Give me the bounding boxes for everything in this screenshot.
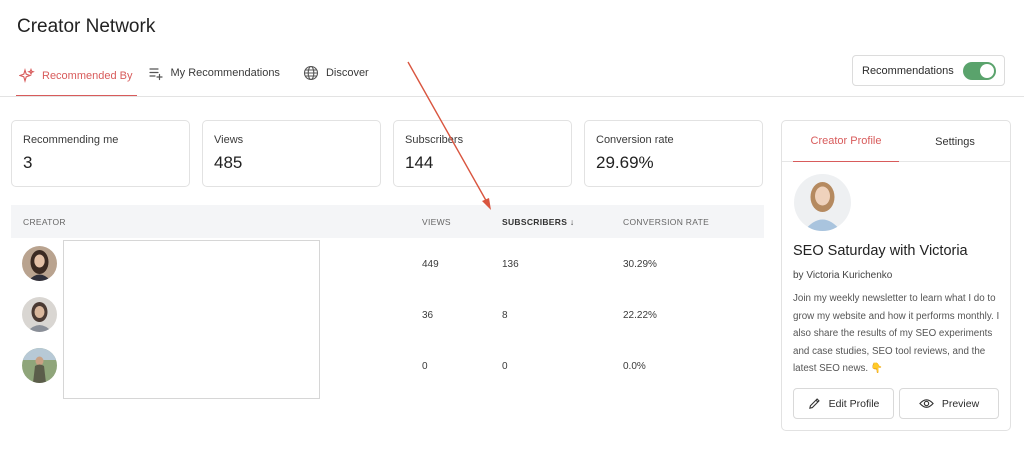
profile-avatar — [794, 174, 851, 231]
pencil-icon — [808, 398, 820, 409]
redacted-creator-names — [63, 240, 320, 399]
list-add-icon — [147, 64, 165, 82]
stat-card-conversion-rate: Conversion rate 29.69% — [584, 120, 763, 187]
recommendations-toggle[interactable]: Recommendations — [852, 55, 1005, 86]
stat-label: Subscribers — [405, 134, 464, 146]
cell-conversion-rate: 0.0% — [623, 361, 646, 372]
stat-value: 144 — [405, 153, 434, 172]
tab-settings[interactable]: Settings — [906, 121, 1004, 162]
column-header-views[interactable]: VIEWS — [422, 217, 451, 227]
cell-subscribers: 8 — [502, 310, 508, 321]
column-header-conversion-rate[interactable]: CONVERSION RATE — [623, 217, 709, 227]
creator-avatar — [22, 297, 57, 332]
cell-views: 36 — [422, 310, 434, 321]
globe-icon — [302, 64, 320, 82]
profile-bio: Join my weekly newsletter to learn what … — [793, 293, 1000, 375]
stat-label: Recommending me — [23, 134, 119, 146]
tabs-divider — [0, 96, 1024, 97]
column-header-subscribers[interactable]: SUBSCRIBERS ↓ — [502, 217, 574, 227]
tab-recommended-by[interactable]: Recommended By — [16, 56, 137, 96]
preview-button[interactable]: Preview — [899, 388, 999, 419]
table-header: CREATOR VIEWS SUBSCRIBERS ↓ CONVERSION R… — [11, 205, 764, 238]
creator-avatar — [22, 246, 57, 281]
creator-profile-panel: Creator Profile Settings SEO Saturday wi… — [781, 120, 1011, 431]
profile-name: SEO Saturday with Victoria — [793, 243, 968, 259]
edit-profile-button[interactable]: Edit Profile — [793, 388, 894, 419]
cell-views: 449 — [422, 259, 439, 270]
tab-discover[interactable]: Discover — [300, 56, 381, 90]
stat-label: Conversion rate — [596, 134, 674, 146]
stat-card-views: Views 485 — [202, 120, 381, 187]
cell-views: 0 — [422, 361, 428, 372]
main-tabs: Recommended By My Recommendations Discov… — [16, 56, 389, 97]
stat-value: 29.69% — [596, 153, 654, 172]
stat-label: Views — [214, 134, 244, 146]
tab-label: Recommended By — [42, 69, 133, 82]
toggle-switch[interactable] — [963, 62, 996, 80]
tab-my-recommendations[interactable]: My Recommendations — [145, 56, 292, 90]
stat-card-recommending-me: Recommending me 3 — [11, 120, 190, 187]
tab-creator-profile[interactable]: Creator Profile — [793, 121, 899, 162]
preview-label: Preview — [941, 397, 980, 410]
tab-label: My Recommendations — [170, 67, 280, 79]
profile-author: by Victoria Kurichenko — [793, 270, 893, 281]
stat-value: 3 — [23, 153, 33, 172]
cell-subscribers: 0 — [502, 361, 508, 372]
toggle-knob — [980, 64, 994, 78]
recommendations-toggle-label: Recommendations — [862, 64, 954, 77]
sparkle-icon — [18, 67, 36, 85]
edit-profile-label: Edit Profile — [828, 397, 880, 410]
stat-value: 485 — [214, 153, 243, 172]
creator-avatar — [22, 348, 57, 383]
eye-icon — [919, 399, 934, 408]
cell-conversion-rate: 30.29% — [623, 259, 657, 270]
stat-card-subscribers: Subscribers 144 — [393, 120, 572, 187]
profile-panel-tabs: Creator Profile Settings — [782, 121, 1010, 162]
cell-conversion-rate: 22.22% — [623, 310, 657, 321]
cell-subscribers: 136 — [502, 259, 519, 270]
tab-label: Discover — [325, 67, 369, 79]
page-title: Creator Network — [17, 16, 156, 37]
column-header-creator[interactable]: CREATOR — [23, 217, 66, 227]
